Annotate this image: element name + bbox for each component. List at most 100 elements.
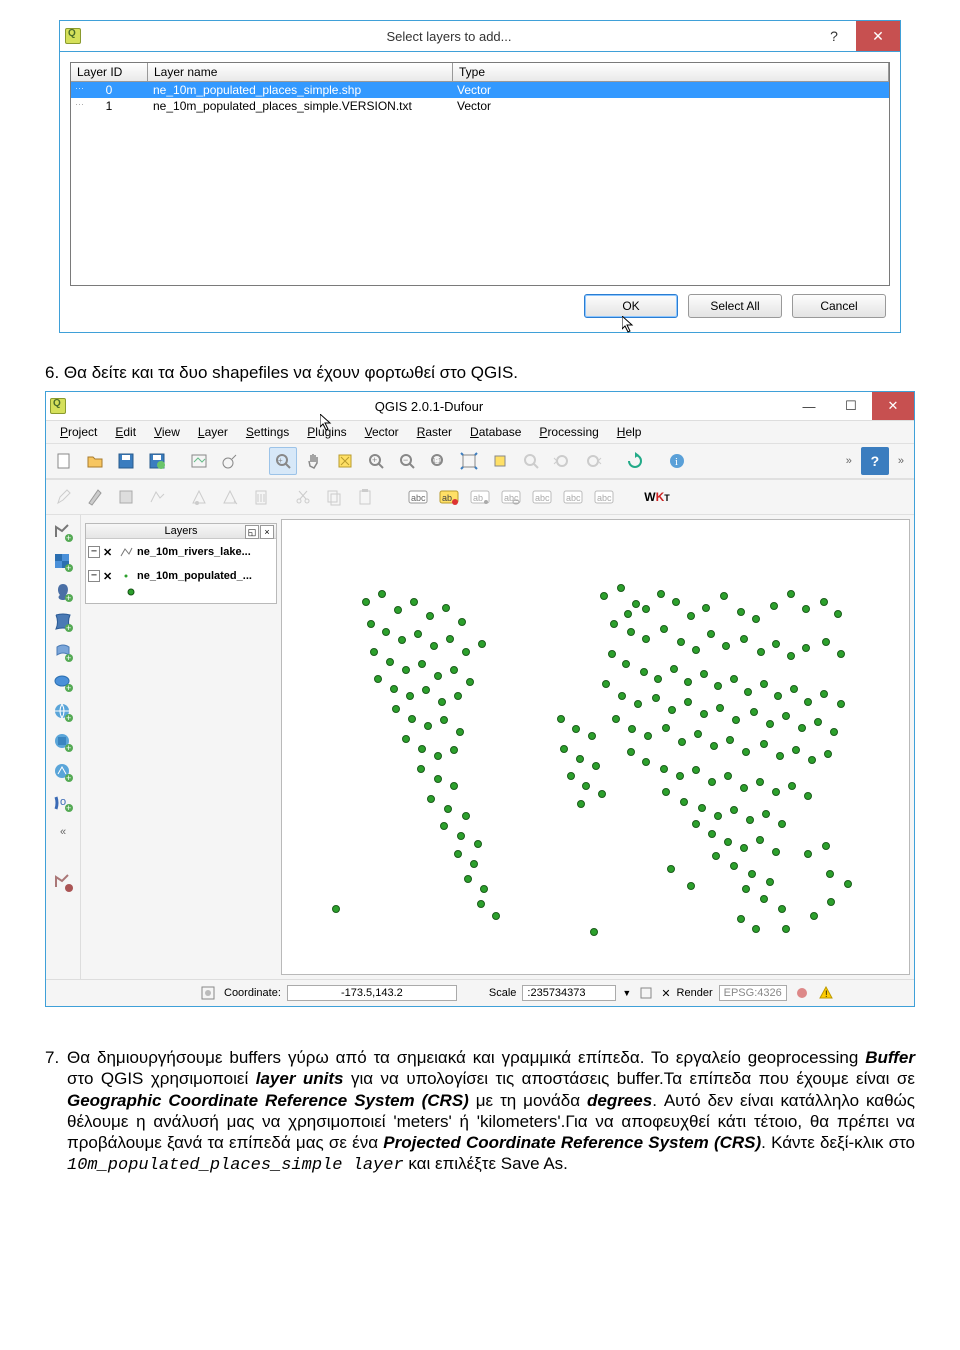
layer-name: ne_10m_rivers_lake... [137, 546, 251, 558]
edit-pencil-icon[interactable] [81, 483, 109, 511]
open-project-icon[interactable] [81, 447, 109, 475]
maximize-icon[interactable]: ☐ [830, 392, 872, 420]
menu-view[interactable]: View [146, 423, 188, 441]
zoom-native-icon[interactable]: 1:1 [424, 447, 452, 475]
menu-layer[interactable]: Layer [190, 423, 236, 441]
label-layer-icon[interactable]: abc [404, 483, 432, 511]
pan-to-selection-icon[interactable] [331, 447, 359, 475]
table-row[interactable]: ⋯1ne_10m_populated_places_simple.VERSION… [71, 98, 889, 114]
add-wfs-icon[interactable]: + [50, 759, 76, 785]
render-checkbox[interactable]: ✕ [661, 987, 670, 1000]
add-vector-icon[interactable]: + [50, 519, 76, 545]
pan-icon[interactable]: + [269, 447, 297, 475]
scale-value[interactable]: :235734373 [522, 985, 616, 1001]
zoom-to-layer-icon[interactable] [517, 447, 545, 475]
add-wms-icon[interactable]: + [50, 699, 76, 725]
svg-text:+: + [66, 743, 71, 753]
col-layer-name[interactable]: Layer name [148, 63, 453, 82]
scale-dropdown-icon[interactable]: ▼ [622, 988, 631, 998]
zoom-next-icon[interactable] [579, 447, 607, 475]
zoom-last-icon[interactable] [548, 447, 576, 475]
add-spatialite-icon[interactable]: + [50, 609, 76, 635]
select-all-button[interactable]: Select All [688, 294, 782, 318]
scale-lock-icon[interactable] [637, 984, 655, 1002]
add-postgis-icon[interactable]: + [50, 579, 76, 605]
label-show-icon[interactable]: abc [497, 483, 525, 511]
layer-item-populated[interactable]: − ✕ ne_10m_populated_... [88, 567, 274, 585]
cancel-button[interactable]: Cancel [792, 294, 886, 318]
cursor-icon [622, 316, 638, 334]
panel-undock-icon[interactable]: ◱ [245, 525, 259, 539]
ok-button[interactable]: OK [584, 294, 678, 318]
menu-edit[interactable]: Edit [107, 423, 144, 441]
save-as-icon[interactable] [143, 447, 171, 475]
menu-database[interactable]: Database [462, 423, 529, 441]
move-feature-icon[interactable] [216, 483, 244, 511]
toolbar-overflow-icon[interactable]: » [892, 455, 910, 467]
table-row[interactable]: ⋯0ne_10m_populated_places_simple.shpVect… [71, 82, 889, 98]
add-wcs-icon[interactable]: + [50, 729, 76, 755]
add-raster-icon[interactable]: + [50, 549, 76, 575]
menu-project[interactable]: Project [52, 423, 105, 441]
save-icon[interactable] [112, 447, 140, 475]
composer-manager-icon[interactable] [216, 447, 244, 475]
new-vector-layer-icon[interactable] [50, 869, 76, 895]
zoom-full-icon[interactable] [455, 447, 483, 475]
zoom-to-selection-icon[interactable] [486, 447, 514, 475]
close-icon[interactable]: ✕ [856, 21, 900, 51]
delete-selected-icon[interactable] [247, 483, 275, 511]
help-icon[interactable]: ? [861, 447, 889, 475]
hand-pan-icon[interactable] [300, 447, 328, 475]
layers-table[interactable]: Layer ID Layer name Type ⋯0ne_10m_popula… [70, 62, 890, 286]
menu-help[interactable]: Help [609, 423, 650, 441]
paste-icon[interactable] [351, 483, 379, 511]
label-change-icon[interactable]: abc [590, 483, 618, 511]
menu-vector[interactable]: Vector [357, 423, 407, 441]
zoom-in-icon[interactable]: + [362, 447, 390, 475]
new-project-icon[interactable] [50, 447, 78, 475]
map-composer-icon[interactable] [185, 447, 213, 475]
add-mssql-icon[interactable]: + [50, 639, 76, 665]
col-type[interactable]: Type [453, 63, 889, 82]
node-tool-icon[interactable] [185, 483, 213, 511]
wkt-icon[interactable]: WKT [643, 483, 671, 511]
messages-icon[interactable]: ! [817, 984, 835, 1002]
epsg-label[interactable]: EPSG:4326 [719, 985, 787, 1001]
toolbar-overflow-icon[interactable]: « [50, 819, 76, 845]
zoom-out-icon[interactable]: − [393, 447, 421, 475]
copy-icon[interactable] [320, 483, 348, 511]
coordinate-value[interactable]: -173.5,143.2 [287, 985, 457, 1001]
toolbar-overflow-icon[interactable]: » [840, 455, 858, 467]
menu-processing[interactable]: Processing [531, 423, 606, 441]
menu-raster[interactable]: Raster [409, 423, 460, 441]
help-icon[interactable]: ? [812, 21, 856, 51]
cut-icon[interactable] [289, 483, 317, 511]
add-feature-icon[interactable] [143, 483, 171, 511]
label-pin-icon[interactable]: ab [466, 483, 494, 511]
layer-item-rivers[interactable]: − ✕ ne_10m_rivers_lake... [88, 543, 274, 561]
collapse-icon[interactable]: − [88, 570, 100, 582]
col-layer-id[interactable]: Layer ID [71, 63, 148, 82]
refresh-icon[interactable] [621, 447, 649, 475]
collapse-icon[interactable]: − [88, 546, 100, 558]
svg-text:i: i [675, 456, 678, 468]
layer-visibility-checkbox[interactable]: ✕ [103, 570, 115, 583]
menu-settings[interactable]: Settings [238, 423, 297, 441]
add-delimited-text-icon[interactable]: o+ [50, 789, 76, 815]
label-highlight-icon[interactable]: ab [435, 483, 463, 511]
map-canvas[interactable] [281, 519, 910, 975]
minimize-icon[interactable]: — [788, 392, 830, 420]
panel-close-icon[interactable]: × [260, 525, 274, 539]
toggle-edit-icon[interactable] [50, 483, 78, 511]
svg-text:+: + [66, 563, 71, 573]
close-icon[interactable]: ✕ [872, 392, 914, 420]
identify-icon[interactable]: i [663, 447, 691, 475]
svg-text:abc: abc [411, 493, 426, 503]
label-move-icon[interactable]: abc [528, 483, 556, 511]
save-edits-icon[interactable] [112, 483, 140, 511]
layer-visibility-checkbox[interactable]: ✕ [103, 546, 115, 559]
toggle-extents-icon[interactable] [198, 983, 218, 1003]
label-rotate-icon[interactable]: abc [559, 483, 587, 511]
add-oracle-icon[interactable]: + [50, 669, 76, 695]
crs-status-icon[interactable] [793, 984, 811, 1002]
